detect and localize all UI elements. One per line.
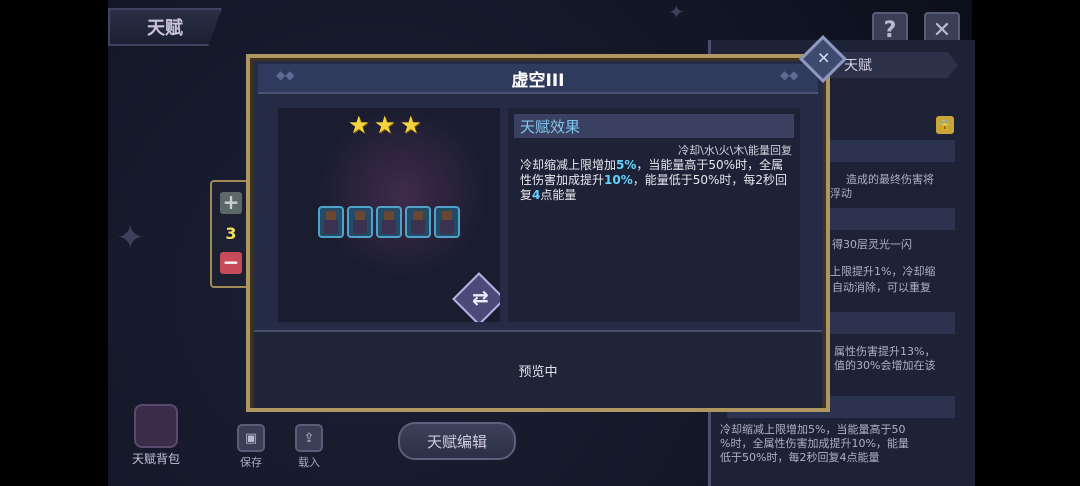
ornament-icon: ◆◆ [276,68,295,82]
effect-description: 冷却缩减上限增加5%，当能量高于50%时，全属 性伤害加成提升10%，能量低于5… [520,158,790,203]
character-slot [405,206,431,238]
detail-text: 造成的最终伤害将 [846,173,934,186]
sparkle-icon: ✦ [668,0,685,24]
save-button[interactable]: ▣ 保存 [234,424,268,470]
sparkle-icon: ✦ [116,218,145,258]
backpack-icon [134,404,178,448]
detail-text: 值的30%会增加在该 [834,359,936,372]
effect-panel: 天赋效果 冷却\水\火\木\能量回复 冷却缩减上限增加5%，当能量高于50%时，… [508,108,800,322]
character-body [440,220,454,234]
detail-text: 自动消除，可以重复 [832,281,931,294]
talent-tab[interactable]: 天赋 [108,8,222,46]
character-slot [376,206,402,238]
plus-icon: + [222,190,240,214]
effect-text: 点能量 [540,188,577,202]
talent-bag-button[interactable]: 天赋背包 [128,404,184,467]
detail-panel-title-text: 天赋 [844,58,872,74]
effect-highlight: 10% [604,173,633,187]
level-value: 3 [225,224,237,243]
talent-edit-button[interactable]: 天赋编辑 [398,422,516,460]
effect-text: ，当能量高于50%时，全属 [636,158,784,172]
character-body [324,220,338,234]
effect-text: 性伤害加成提升 [520,173,605,187]
star-icon: ★ [400,111,422,139]
star-icon: ★ [374,111,396,139]
effect-text: 复 [520,188,533,202]
detail-text: 上限提升1%，冷却缩 [830,265,936,278]
rating-stars: ★ ★ ★ [348,111,422,139]
swap-button[interactable]: ⇄ [452,272,500,322]
detail-text: 低于50%时，每2秒回复4点能量 [720,451,880,464]
character-head [326,211,336,220]
talent-edit-label: 天赋编辑 [426,432,487,451]
effect-text: 冷却缩减上限增加 [520,158,617,172]
talent-preview: ★ ★ ★ ⇄ [278,108,500,322]
talent-tab-label: 天赋 [147,18,183,39]
detail-panel-title: 天赋 [828,52,958,78]
detail-text: 得30层灵光一闪 [832,238,912,251]
talent-modal: 虚空III ◆◆ ◆◆ ★ ★ ★ ⇄ 天赋效果 冷却\水\火\木\能量回复 冷却缩… [246,54,830,412]
character-body [353,220,367,234]
ornament-icon: ◆◆ [780,68,799,82]
character-body [382,220,396,234]
star-icon: ★ [348,111,370,139]
effect-header: 天赋效果 [514,114,794,138]
talent-bag-label: 天赋背包 [131,452,180,466]
question-icon: ? [883,17,897,43]
character-head [355,211,365,220]
preview-status: 预览中 [518,364,558,380]
close-icon: ✕ [817,48,831,68]
minus-icon: − [222,250,240,274]
detail-text: 浮动 [830,187,852,200]
close-icon: ✕ [932,17,952,43]
load-icon: ⇪ [295,424,323,452]
character-head [413,211,423,220]
effect-tags: 冷却\水\火\木\能量回复 [678,144,792,157]
decrement-button[interactable]: − [220,252,242,274]
character-head [384,211,394,220]
save-icon: ▣ [237,424,265,452]
character-row [318,206,460,238]
lock-glyph: 🔒 [938,119,952,131]
lock-icon[interactable]: 🔒 [936,116,954,134]
character-slot [434,206,460,238]
modal-title-bar: 虚空III [258,64,818,94]
preview-status-area: 预览中 [254,330,822,408]
character-body [411,220,425,234]
load-label: 载入 [298,456,320,469]
character-slot [347,206,373,238]
save-label: 保存 [240,456,262,469]
increment-button[interactable]: + [220,192,242,214]
character-head [442,211,452,220]
swap-icon: ⇄ [472,285,489,310]
effect-highlight: 5% [616,158,637,172]
effect-text: ，能量低于50%时，每2秒回 [632,173,788,187]
character-slot [318,206,344,238]
load-button[interactable]: ⇪ 载入 [292,424,326,470]
modal-title: 虚空III [511,70,565,91]
